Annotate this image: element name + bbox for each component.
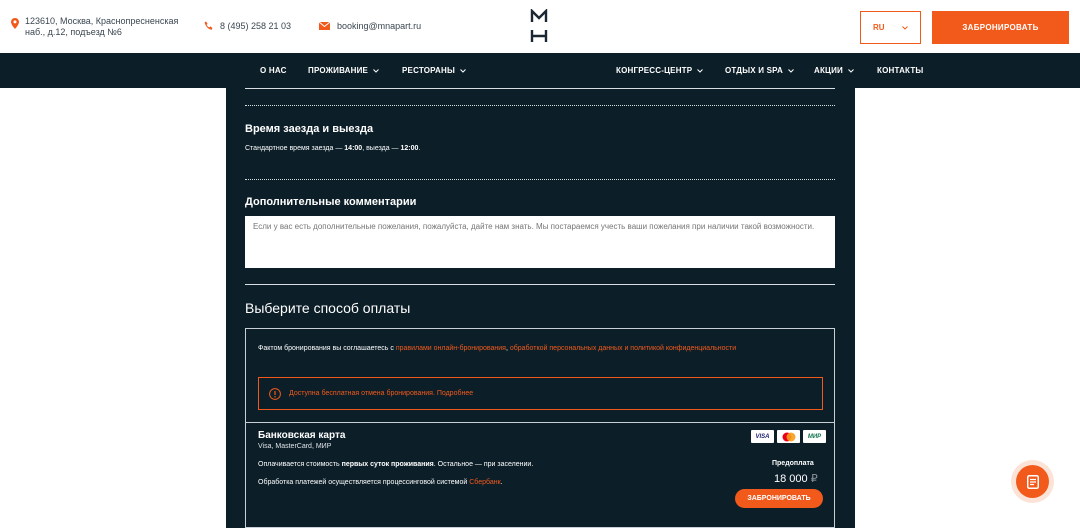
chat-widget-button[interactable]	[1011, 460, 1054, 503]
nav-item-restaurants[interactable]: РЕСТОРАНЫ	[402, 53, 466, 88]
nav-item-label: РЕСТОРАНЫ	[402, 66, 455, 75]
prepayment-label: Предоплата	[772, 460, 814, 467]
booking-rules-link[interactable]: правилами онлайн-бронирования	[396, 345, 506, 352]
phone-number: 8 (495) 258 21 03	[220, 21, 292, 31]
address-line-2: наб., д.12, подъезд №6	[25, 27, 122, 37]
booking-panel: Время заезда и выезда Стандартное время …	[226, 88, 855, 528]
nav-item-label: КОНГРЕСС-ЦЕНТР	[616, 66, 693, 75]
visa-logo-icon: VISA	[751, 430, 774, 443]
language-select[interactable]: RU	[860, 11, 921, 44]
payment-terms: Оплачивается стоимость первых суток прож…	[258, 461, 533, 468]
payment-title: Выберите способ оплаты	[245, 300, 411, 316]
nav-item-contacts[interactable]: КОНТАКТЫ	[877, 53, 923, 88]
field-bottom-border	[245, 88, 835, 89]
mh-logo-icon[interactable]	[530, 9, 548, 43]
nav-item-label: ОТДЫХ И SPA	[725, 66, 784, 75]
checkin-text-middle: , выезда —	[362, 145, 401, 152]
address[interactable]: 123610, Москва, Краснопресненская наб., …	[11, 16, 178, 38]
checkin-text: Стандартное время заезда — 14:00, выезда…	[245, 145, 420, 152]
chevron-down-icon	[788, 68, 794, 73]
book-button-card[interactable]: ЗАБРОНИРОВАТЬ	[735, 489, 823, 508]
chevron-down-icon	[848, 68, 854, 73]
payment-box: Фактом бронирования вы соглашаетесь с пр…	[245, 328, 835, 528]
payment-divider	[246, 422, 834, 423]
address-text: 123610, Москва, Краснопресненская наб., …	[25, 16, 178, 38]
mir-logo-icon: МИР	[803, 430, 826, 443]
prepayment-value: 18 000	[774, 473, 808, 485]
prepayment-amount: 18 000 ₽	[774, 472, 818, 485]
email-link[interactable]: booking@mnapart.ru	[319, 21, 421, 31]
mastercard-logo-icon	[777, 430, 800, 443]
top-header: 123610, Москва, Краснопресненская наб., …	[0, 0, 1080, 53]
nav-item-label: АКЦИИ	[814, 66, 844, 75]
email-address: booking@mnapart.ru	[337, 21, 422, 31]
sberbank-link[interactable]: Сбербанк	[469, 479, 500, 486]
chevron-down-icon	[460, 68, 466, 73]
nav-item-about[interactable]: О НАС	[260, 53, 287, 88]
processor-prefix: Обработка платежей осуществляется процес…	[258, 479, 470, 486]
nav-item-spa[interactable]: ОТДЫХ И SPA	[725, 53, 794, 88]
checkin-text-prefix: Стандартное время заезда —	[245, 145, 345, 152]
nav-item-label: О НАС	[260, 66, 287, 75]
language-value: RU	[873, 23, 885, 32]
comments-textarea[interactable]	[245, 216, 835, 268]
chevron-down-icon	[697, 68, 704, 73]
privacy-policy-link[interactable]: обработкой персональных данных и политик…	[510, 345, 736, 352]
phone-link[interactable]: 8 (495) 258 21 03	[204, 21, 291, 31]
agreement-text: Фактом бронирования вы соглашаетесь с пр…	[258, 343, 758, 354]
book-button-header[interactable]: ЗАБРОНИРОВАТЬ	[932, 11, 1069, 44]
bank-card-title: Банковская карта	[258, 430, 346, 441]
agreement-prefix: Фактом бронирования вы соглашаетесь с	[258, 345, 396, 352]
payment-terms-prefix: Оплачивается стоимость	[258, 461, 342, 468]
nav-item-label: КОНТАКТЫ	[877, 66, 924, 75]
checkout-time: 12:00	[400, 145, 419, 152]
checkin-time: 14:00	[344, 145, 363, 152]
chat-widget-inner	[1016, 465, 1049, 498]
payment-processor: Обработка платежей осуществляется процес…	[258, 479, 503, 486]
phone-icon	[204, 21, 213, 30]
address-line-1: 123610, Москва, Краснопресненская	[25, 16, 179, 26]
dotted-divider	[245, 179, 835, 180]
card-logos: VISA МИР	[751, 430, 826, 443]
notice-text: Доступна бесплатная отмена бронирования.…	[289, 390, 474, 397]
processor-suffix: .	[500, 479, 503, 486]
location-pin-icon	[11, 18, 19, 29]
payment-terms-bold: первых суток проживания	[341, 461, 434, 468]
nav-item-congress-center[interactable]: КОНГРЕСС-ЦЕНТР	[616, 53, 704, 88]
comments-title: Дополнительные комментарии	[245, 196, 417, 208]
nav-item-accommodation[interactable]: ПРОЖИВАНИЕ	[308, 53, 379, 88]
chevron-down-icon	[373, 68, 379, 73]
payment-terms-suffix: . Остальное — при заселении.	[433, 461, 534, 468]
checkin-text-suffix: .	[418, 145, 421, 152]
nav-item-promotions[interactable]: АКЦИИ	[814, 53, 854, 88]
main-nav: О НАС ПРОЖИВАНИЕ РЕСТОРАНЫ КОНГРЕСС-ЦЕНТ…	[0, 53, 1080, 88]
document-icon	[1026, 474, 1039, 489]
chevron-down-icon	[902, 25, 908, 30]
info-icon	[269, 387, 281, 400]
bank-card-subtitle: Visa, MasterCard, МИР	[258, 443, 332, 450]
section-divider	[245, 284, 835, 285]
checkin-title: Время заезда и выезда	[245, 123, 374, 135]
currency-symbol: ₽	[810, 473, 818, 485]
dotted-divider	[245, 105, 835, 106]
nav-item-label: ПРОЖИВАНИЕ	[308, 66, 369, 75]
free-cancel-notice[interactable]: Доступна бесплатная отмена бронирования.…	[258, 377, 823, 410]
mail-icon	[319, 22, 330, 30]
